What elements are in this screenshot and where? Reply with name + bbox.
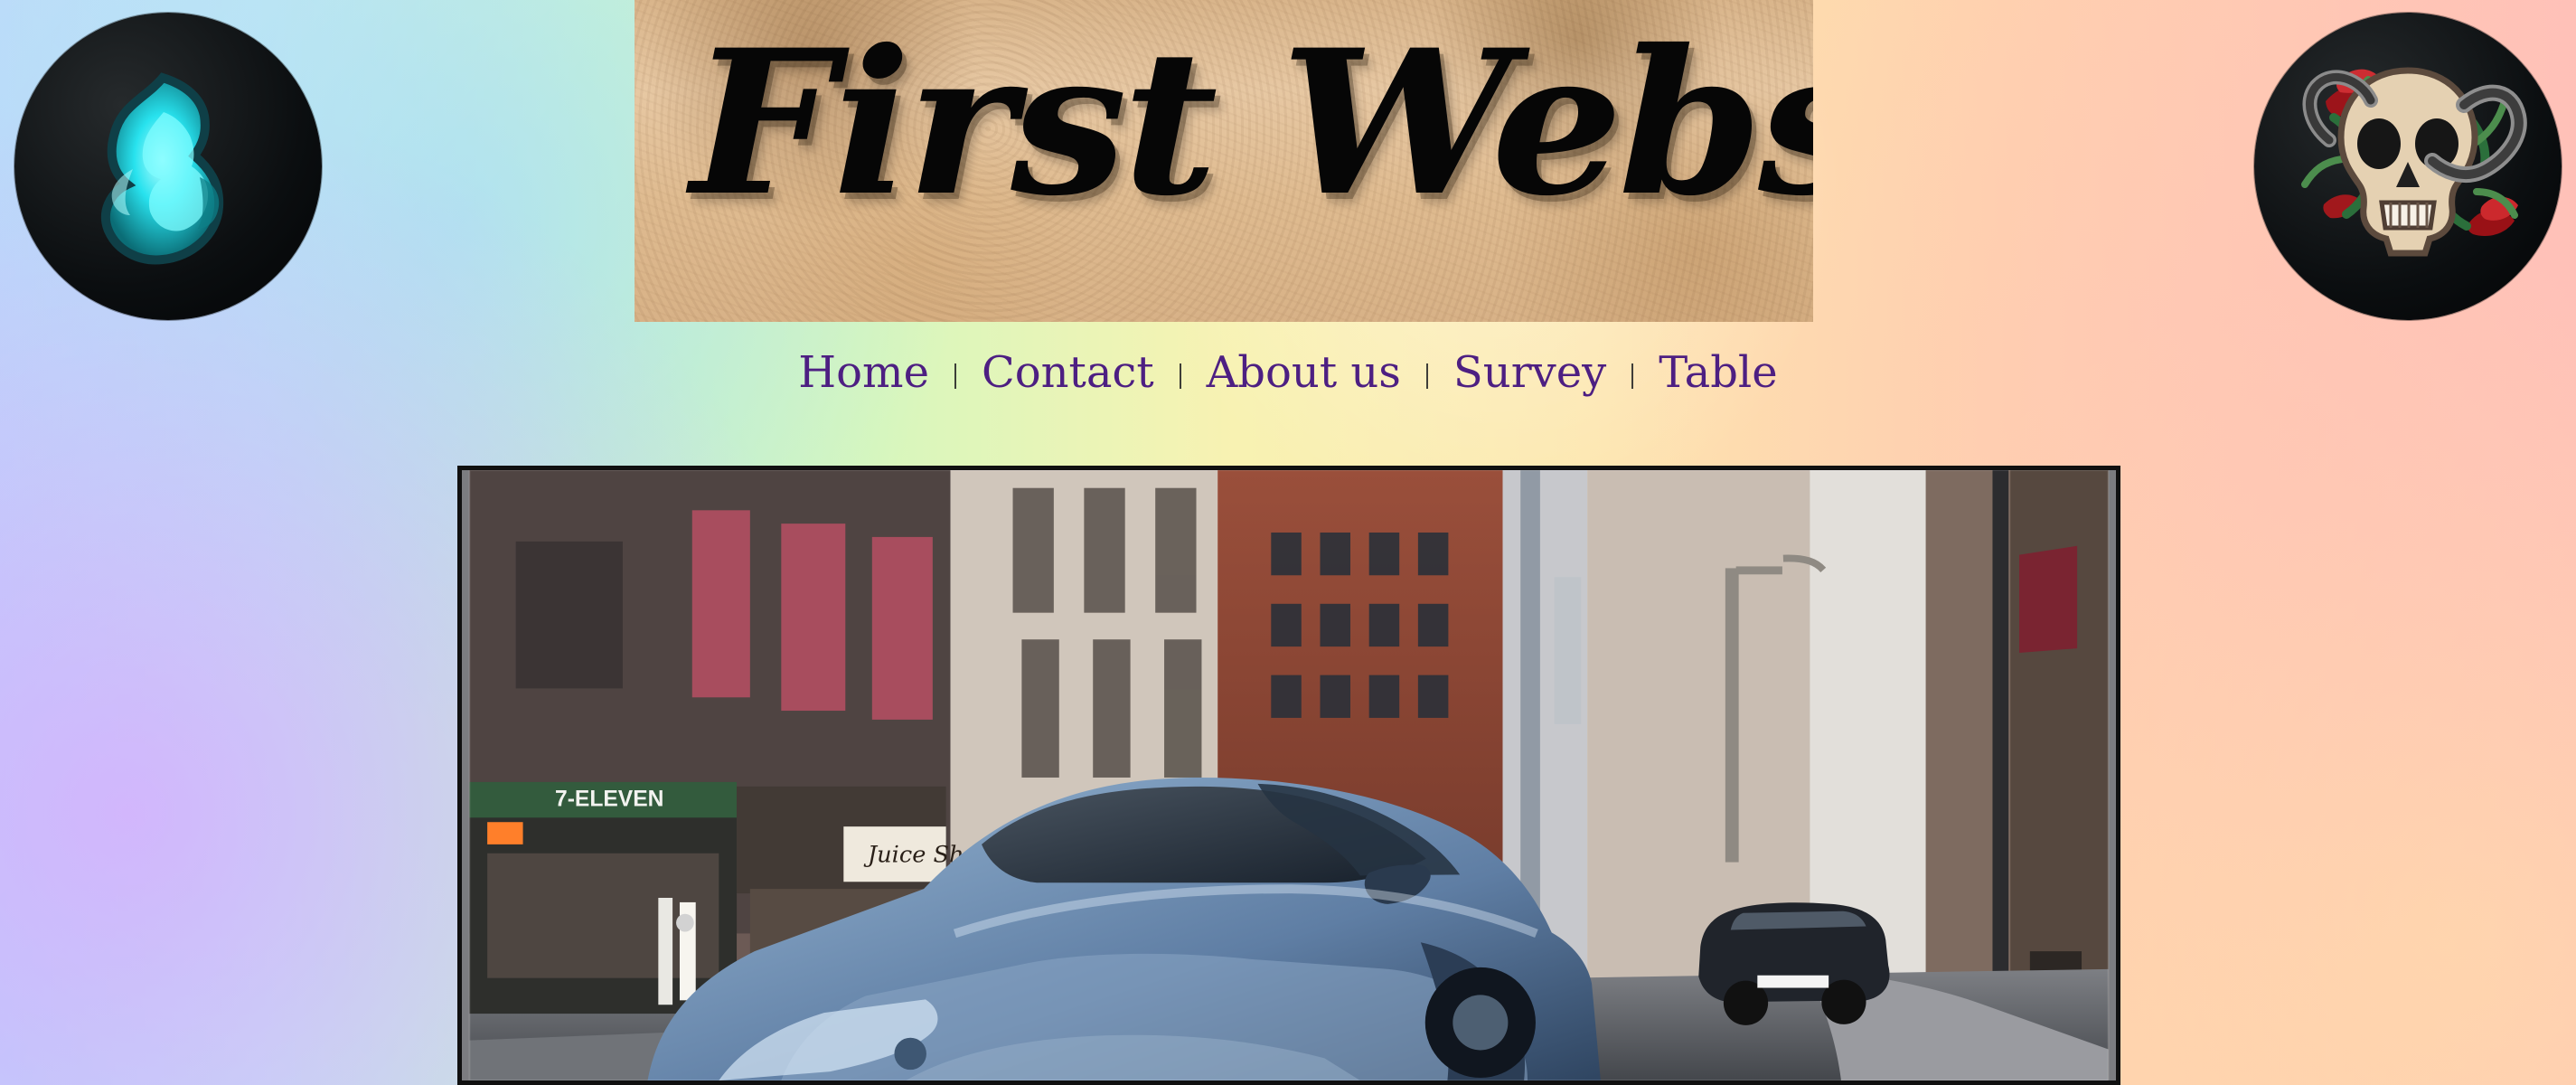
nav-separator <box>954 363 956 389</box>
right-avatar <box>2254 13 2562 320</box>
street-car-scene: 7-ELEVEN Juice Shop <box>468 470 2110 1080</box>
store-label-7-eleven: 7-ELEVEN <box>555 787 663 811</box>
skull-rose-icon <box>2301 67 2527 257</box>
nav-separator <box>1631 363 1634 389</box>
site-banner: First Website <box>635 0 1813 322</box>
nav-separator <box>1179 363 1181 389</box>
nav-separator <box>1425 363 1428 389</box>
nav-contact[interactable]: Contact <box>982 351 1154 394</box>
flame-icon <box>101 72 224 265</box>
hero-image: 7-ELEVEN Juice Shop <box>457 466 2120 1085</box>
nav-table[interactable]: Table <box>1659 351 1777 394</box>
site-title: First Website <box>691 5 1813 240</box>
nav-home[interactable]: Home <box>798 351 929 394</box>
left-avatar <box>14 13 322 320</box>
nav-about-us[interactable]: About us <box>1207 351 1401 394</box>
nav-survey[interactable]: Survey <box>1453 351 1606 394</box>
main-navigation: Home Contact About us Survey Table <box>0 351 2576 394</box>
